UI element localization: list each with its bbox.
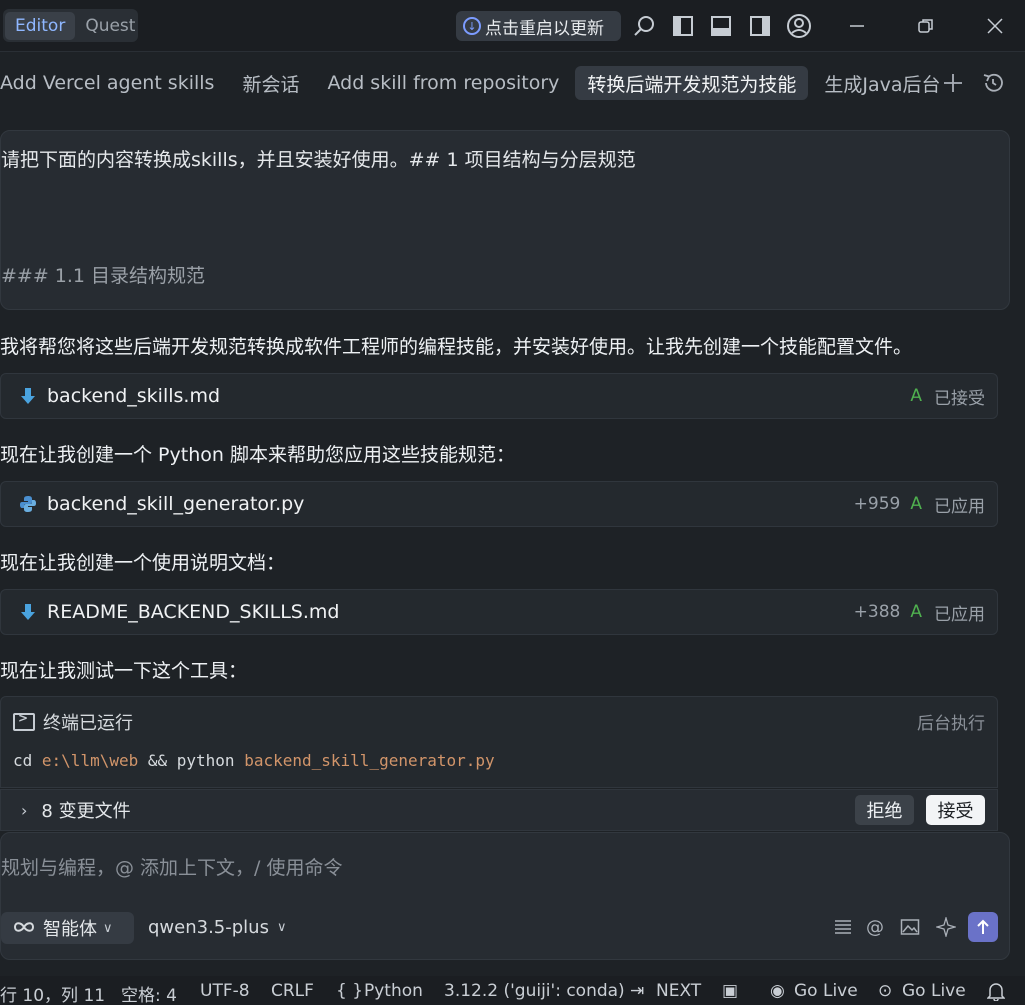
model-selector[interactable]: qwen3.5-plus ∨ [148, 917, 286, 938]
toggle-panel-icon[interactable] [707, 12, 735, 40]
cursor-position[interactable]: 行 10，列 11 [0, 981, 105, 1005]
prompt-text-heading: ### 1.1 目录结构规范 [1, 265, 206, 287]
context-list-icon[interactable] [831, 915, 855, 939]
restart-update-button[interactable]: ↓ 点击重启以更新 [456, 11, 621, 41]
accept-button[interactable]: 接受 [926, 795, 985, 825]
close-icon[interactable] [981, 12, 1009, 40]
cmd-prefix: cd [13, 751, 42, 770]
terminal-header: 终端已运行 [13, 709, 133, 735]
tab-new-session[interactable]: 新会话 [230, 66, 311, 100]
file-name: README_BACKEND_SKILLS.md [47, 601, 340, 623]
chevron-right-icon[interactable]: › [21, 801, 27, 820]
changed-files-bar: › 8 变更文件 拒绝 接受 [0, 789, 998, 831]
history-icon[interactable] [979, 69, 1007, 97]
chevron-down-icon: ∨ [276, 920, 287, 935]
infinity-icon [11, 918, 37, 939]
file-diff-count: +959 [853, 494, 901, 514]
indentation-setting[interactable]: 空格: 4 [121, 981, 177, 1005]
file-name: backend_skills.md [47, 385, 221, 407]
broadcast-icon: ◉ [770, 981, 785, 1001]
braces-icon: { } [336, 981, 364, 1001]
file-card[interactable]: README_BACKEND_SKILLS.md +388 A 已应用 [0, 589, 998, 635]
file-card[interactable]: backend_skill_generator.py +959 A 已应用 [0, 481, 998, 527]
search-icon[interactable] [630, 12, 658, 40]
toggle-secondary-sidebar-icon[interactable] [746, 12, 774, 40]
play-circle-icon: ⊙ [878, 981, 893, 1001]
file-status: 已应用 [934, 604, 985, 625]
go-live-button[interactable]: Go Live [902, 981, 966, 1001]
file-added-badge: A [910, 602, 922, 622]
bell-icon[interactable] [986, 981, 1006, 1005]
next-arrow-icon: ⇥ [630, 981, 645, 1001]
account-icon[interactable] [785, 12, 813, 40]
minimize-icon[interactable] [843, 12, 871, 40]
agent-mode-label: 智能体 [43, 919, 97, 940]
prompt-text-line: 请把下面的内容转换成skills，并且安装好使用。## 1 项目结构与分层规范 [1, 149, 636, 171]
restart-update-label: 点击重启以更新 [485, 18, 604, 39]
chevron-down-icon: ∨ [103, 920, 113, 936]
title-bar: Editor Quest ↓ 点击重启以更新 [0, 0, 1025, 52]
python-file-icon [19, 495, 37, 513]
mode-quest-button[interactable]: Quest [75, 12, 145, 40]
python-interpreter[interactable]: 3.12.2 ('guiji': conda) [444, 981, 625, 1001]
file-name: backend_skill_generator.py [47, 493, 305, 515]
reject-button[interactable]: 拒绝 [855, 795, 914, 825]
toggle-primary-sidebar-icon[interactable] [669, 12, 697, 40]
file-diff-count: +388 [853, 602, 901, 622]
user-prompt-box: 请把下面的内容转换成skills，并且安装好使用。## 1 项目结构与分层规范 … [0, 130, 1010, 310]
file-status: 已接受 [934, 388, 985, 409]
restore-icon[interactable] [912, 12, 940, 40]
file-status: 已应用 [934, 496, 985, 517]
model-label: qwen3.5-plus [148, 917, 269, 938]
terminal-card[interactable]: 终端已运行 后台执行 cd e:\llm\web && python backe… [0, 696, 998, 788]
terminal-title: 终端已运行 [43, 713, 133, 734]
file-added-badge: A [910, 494, 922, 514]
download-icon: ↓ [463, 17, 481, 35]
markdown-file-icon [19, 387, 37, 405]
file-card[interactable]: backend_skills.md A 已接受 [0, 373, 998, 419]
assistant-message: 现在让我测试一下这个工具： [0, 660, 248, 682]
cmd-file: backend_skill_generator.py [244, 751, 495, 770]
assistant-message: 现在让我创建一个使用说明文档： [0, 552, 286, 574]
cmd-path: e:\llm\web [41, 751, 139, 770]
sparkle-icon[interactable] [934, 915, 958, 939]
terminal-command: cd e:\llm\web && python backend_skill_ge… [13, 751, 495, 770]
mode-editor-button[interactable]: Editor [5, 11, 76, 40]
status-bar: 行 10，列 11 空格: 4 UTF-8 CRLF { } Python 3.… [0, 976, 1025, 1005]
markdown-file-icon [19, 603, 37, 621]
file-encoding[interactable]: UTF-8 [200, 981, 250, 1001]
chat-input-placeholder[interactable]: 规划与编程，@ 添加上下文，/ 使用命令 [1, 853, 342, 880]
cmd-mid: && python [138, 751, 245, 770]
mention-icon[interactable]: @ [863, 915, 887, 939]
tab-add-skill-repo[interactable]: Add skill from repository [315, 66, 571, 100]
tab-convert-backend-spec[interactable]: 转换后端开发规范为技能 [575, 66, 809, 100]
tab-vercel-agent-skills[interactable]: Add Vercel agent skills [0, 66, 226, 100]
copilot-icon[interactable]: ▣ [722, 981, 738, 1001]
tab-generate-java-backend[interactable]: 生成Java后台 [812, 66, 952, 100]
next-edit-label[interactable]: NEXT [656, 981, 701, 1001]
image-icon[interactable] [898, 915, 922, 939]
run-in-background-link[interactable]: 后台执行 [917, 709, 985, 734]
new-tab-icon[interactable] [939, 69, 967, 97]
terminal-icon [13, 711, 35, 731]
agent-mode-selector[interactable]: 智能体 ∨ [1, 912, 134, 944]
session-tabs: Add Vercel agent skills 新会话 Add skill fr… [0, 60, 1025, 106]
go-live-button[interactable]: Go Live [794, 981, 858, 1001]
send-button[interactable] [968, 912, 998, 942]
assistant-message: 现在让我创建一个 Python 脚本来帮助您应用这些技能规范： [0, 444, 515, 466]
assistant-message: 我将帮您将这些后端开发规范转换成软件工程师的编程技能，并安装好使用。让我先创建一… [0, 336, 913, 358]
end-of-line[interactable]: CRLF [271, 981, 314, 1001]
chat-input-area[interactable]: 规划与编程，@ 添加上下文，/ 使用命令 智能体 ∨ qwen3.5-plus … [0, 832, 1010, 960]
file-added-badge: A [910, 386, 922, 406]
mode-switch: Editor Quest [3, 9, 138, 42]
language-mode[interactable]: Python [364, 981, 423, 1001]
changed-files-label[interactable]: 8 变更文件 [41, 797, 855, 823]
